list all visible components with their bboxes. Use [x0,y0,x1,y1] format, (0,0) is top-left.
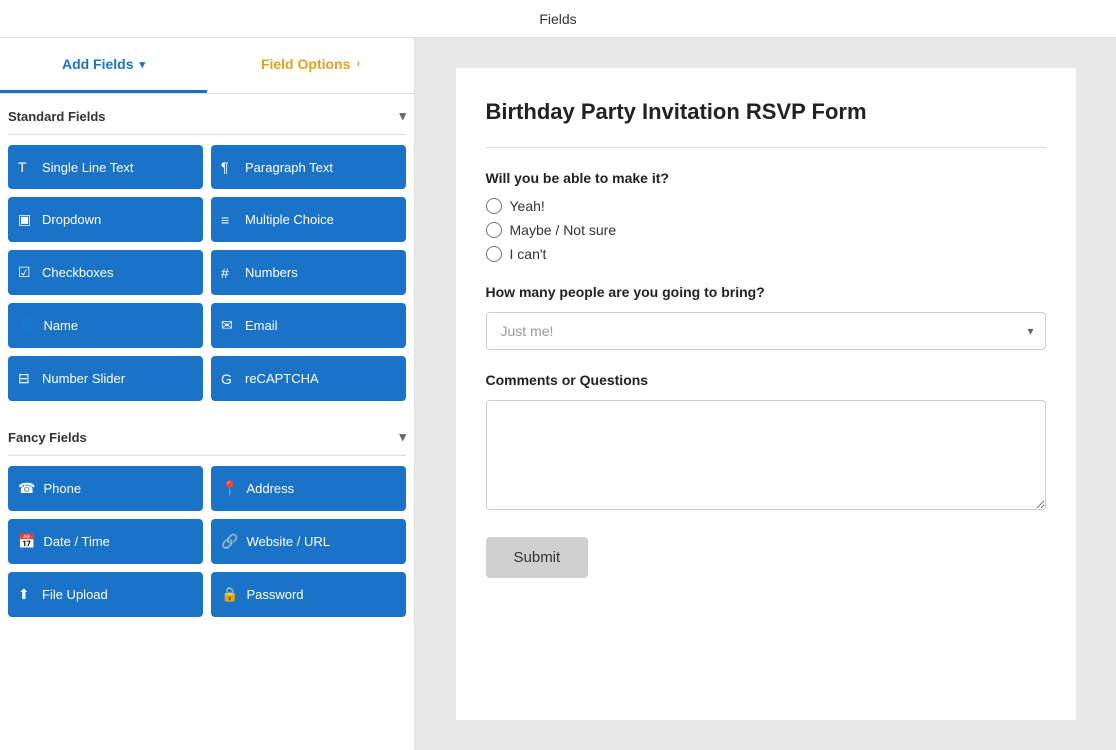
option-cant[interactable]: I can't [486,246,1046,262]
form-title: Birthday Party Invitation RSVP Form [486,98,1046,127]
main-layout: Add Fields ▾ Field Options › Standard Fi… [0,38,1116,750]
fancy-fields-divider [8,455,406,456]
tab-field-options[interactable]: Field Options › [207,38,414,93]
field-email[interactable]: ✉ Email [211,303,406,348]
field-multiple-choice[interactable]: ≡ Multiple Choice [211,197,406,242]
recaptcha-icon: G [221,371,237,387]
question1-radio-group: Yeah! Maybe / Not sure I can't [486,198,1046,262]
field-paragraph-text-label: Paragraph Text [245,160,333,175]
checkboxes-icon: ☑ [18,264,34,281]
field-number-slider-label: Number Slider [42,371,125,386]
field-checkboxes[interactable]: ☑ Checkboxes [8,250,203,295]
field-multiple-choice-label: Multiple Choice [245,212,334,227]
name-icon: 👤 [18,317,35,334]
phone-icon: ☎ [18,480,35,497]
tab-add-fields-label: Add Fields [62,56,134,72]
question1-label: Will you be able to make it? [486,170,1046,186]
field-address-label: Address [246,481,294,496]
multiplechoice-icon: ≡ [221,212,237,228]
top-bar: Fields [0,0,1116,38]
field-checkboxes-label: Checkboxes [42,265,114,280]
email-icon: ✉ [221,317,237,334]
datetime-icon: 📅 [18,533,35,550]
numbers-icon: # [221,265,237,281]
fancy-fields-grid: ☎ Phone 📍 Address 📅 Date / Time 🔗 Websit… [0,466,414,631]
option-yeah-label: Yeah! [510,198,545,214]
field-phone[interactable]: ☎ Phone [8,466,203,511]
field-name[interactable]: 👤 Name [8,303,203,348]
fancy-fields-header[interactable]: Fancy Fields ▾ [0,415,414,455]
standard-fields-divider [8,134,406,135]
field-name-label: Name [43,318,78,333]
field-recaptcha-label: reCAPTCHA [245,371,319,386]
field-file-upload[interactable]: ⬆ File Upload [8,572,203,617]
password-icon: 🔒 [221,586,238,603]
standard-fields-header[interactable]: Standard Fields ▾ [0,94,414,134]
radio-maybe[interactable] [486,222,502,238]
field-single-line-text-label: Single Line Text [42,160,134,175]
field-paragraph-text[interactable]: ¶ Paragraph Text [211,145,406,189]
field-datetime[interactable]: 📅 Date / Time [8,519,203,564]
fileupload-icon: ⬆ [18,586,34,603]
option-cant-label: I can't [510,246,547,262]
standard-fields-grid: T Single Line Text ¶ Paragraph Text ▣ Dr… [0,145,414,415]
field-password[interactable]: 🔒 Password [211,572,406,617]
field-password-label: Password [246,587,303,602]
field-number-slider[interactable]: ⊟ Number Slider [8,356,203,401]
question2-label: How many people are you going to bring? [486,284,1046,300]
field-website-url-label: Website / URL [246,534,330,549]
address-icon: 📍 [221,480,238,497]
tab-field-options-chevron: › [356,58,360,70]
left-panel: Add Fields ▾ Field Options › Standard Fi… [0,38,415,750]
field-numbers[interactable]: # Numbers [211,250,406,295]
option-yeah[interactable]: Yeah! [486,198,1046,214]
field-datetime-label: Date / Time [43,534,109,549]
option-maybe[interactable]: Maybe / Not sure [486,222,1046,238]
radio-cant[interactable] [486,246,502,262]
dropdown-icon: ▣ [18,211,34,228]
field-dropdown-label: Dropdown [42,212,101,227]
top-bar-title: Fields [539,11,576,27]
field-numbers-label: Numbers [245,265,298,280]
paragraph-icon: ¶ [221,159,237,175]
tab-field-options-label: Field Options [261,56,350,72]
slider-icon: ⊟ [18,370,34,387]
text-icon: T [18,159,34,175]
standard-fields-chevron: ▾ [399,108,406,124]
standard-fields-label: Standard Fields [8,109,106,124]
field-address[interactable]: 📍 Address [211,466,406,511]
field-website-url[interactable]: 🔗 Website / URL [211,519,406,564]
field-single-line-text[interactable]: T Single Line Text [8,145,203,189]
url-icon: 🔗 [221,533,238,550]
tab-add-fields[interactable]: Add Fields ▾ [0,38,207,93]
field-recaptcha[interactable]: G reCAPTCHA [211,356,406,401]
fancy-fields-label: Fancy Fields [8,430,87,445]
field-file-upload-label: File Upload [42,587,108,602]
field-email-label: Email [245,318,278,333]
form-divider [486,147,1046,148]
tab-add-fields-chevron: ▾ [140,58,146,71]
form-card: Birthday Party Invitation RSVP Form Will… [456,68,1076,720]
question2-select[interactable]: Just me! 1 extra 2 extra 3 extra 4+ extr… [486,312,1046,350]
radio-yeah[interactable] [486,198,502,214]
field-phone-label: Phone [43,481,81,496]
comments-textarea[interactable] [486,400,1046,510]
field-dropdown[interactable]: ▣ Dropdown [8,197,203,242]
submit-button[interactable]: Submit [486,537,589,578]
option-maybe-label: Maybe / Not sure [510,222,617,238]
question3-label: Comments or Questions [486,372,1046,388]
question2-select-wrapper: Just me! 1 extra 2 extra 3 extra 4+ extr… [486,312,1046,350]
panel-tabs: Add Fields ▾ Field Options › [0,38,414,94]
right-panel: Birthday Party Invitation RSVP Form Will… [415,38,1116,750]
fancy-fields-chevron: ▾ [399,429,406,445]
